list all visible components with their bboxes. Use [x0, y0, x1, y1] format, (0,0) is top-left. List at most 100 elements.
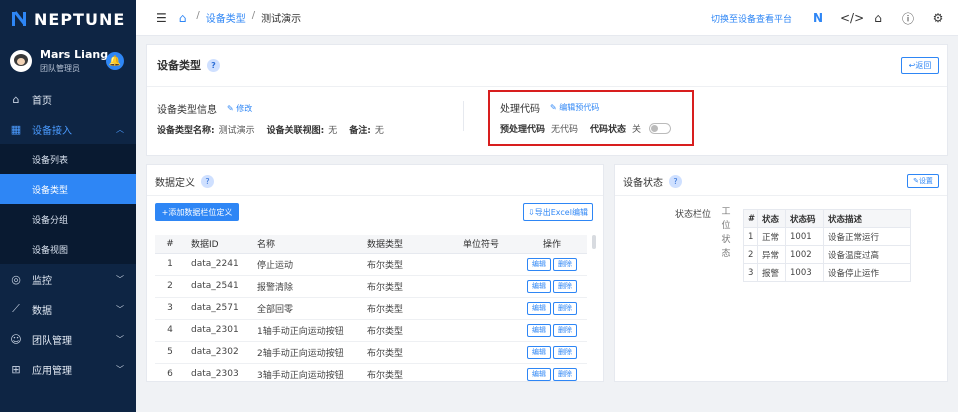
- section-title: 数据定义: [155, 178, 195, 189]
- table-row: 4 data_2301 1轴手动正向运动按钮 布尔类型 编辑 删除: [155, 319, 587, 342]
- team-icon: ☺: [10, 332, 22, 346]
- chevron-up-icon: ︿: [116, 124, 124, 134]
- neptune-logo-icon[interactable]: N: [810, 11, 826, 25]
- delete-button[interactable]: 删除: [553, 367, 577, 381]
- topbar: ☰ ⌂ / 设备类型 / 测试演示 切换至设备查看平台 N </> ⌂ ⓘ ⚙: [136, 0, 958, 36]
- scrollbar[interactable]: [592, 235, 596, 249]
- table-row: 6 data_2303 3轴手动正向运动按钮 布尔类型 编辑 删除: [155, 363, 587, 381]
- home-icon[interactable]: ⌂: [179, 11, 187, 25]
- info-icon[interactable]: ⓘ: [900, 10, 916, 27]
- edit-button[interactable]: 编辑: [527, 257, 551, 271]
- chevron-down-icon: ﹀: [116, 364, 124, 374]
- page-title: 设备类型: [157, 59, 201, 72]
- sidebar-item-home[interactable]: ⌂ 首页: [0, 84, 136, 114]
- edit-button[interactable]: 编辑: [527, 301, 551, 315]
- topbar-actions: 切换至设备查看平台 N </> ⌂ ⓘ ⚙: [711, 0, 946, 36]
- sidebar: NEPTUNE Mars Liang 团队管理员 🔔 ⌂ 首页 ▦ 设备接入 ︿…: [0, 0, 136, 412]
- sidebar-sub-device-view[interactable]: 设备视图: [0, 234, 136, 264]
- code-state-toggle[interactable]: [649, 123, 672, 134]
- user-name: Mars Liang: [40, 48, 109, 61]
- device-type-card: 设备类型 ? ↩ 返回 设备类型信息 ✎ 修改 设备类型名称: 测试演示 设备关联视…: [146, 44, 948, 156]
- sidebar-submenu: 设备列表 设备类型 设备分组 设备视图: [0, 144, 136, 264]
- sidebar-item-label: 应用管理: [32, 365, 72, 377]
- code-state-label: 代码状态: [590, 125, 627, 135]
- sidebar-item-apps[interactable]: ⊞ 应用管理 ﹀: [0, 354, 136, 384]
- sidebar-item-data[interactable]: ⟋ 数据 ﹀: [0, 294, 136, 324]
- delete-button[interactable]: 删除: [553, 323, 577, 337]
- data-icon: ⟋: [12, 302, 20, 315]
- pre-code-label: 预处理代码: [500, 125, 546, 135]
- export-excel-button[interactable]: ⇩ 导出Excel编辑: [523, 203, 593, 221]
- code-icon[interactable]: </>: [840, 11, 864, 25]
- logo[interactable]: NEPTUNE: [0, 0, 136, 38]
- proc-title: 处理代码: [500, 104, 540, 115]
- settings-button[interactable]: ✎ 设置: [907, 174, 939, 188]
- add-field-button[interactable]: +添加数据栏位定义: [155, 203, 239, 221]
- edit-button[interactable]: 编辑: [527, 323, 551, 337]
- help-icon[interactable]: ?: [207, 58, 220, 72]
- delete-button[interactable]: 删除: [553, 345, 577, 359]
- edit-button[interactable]: 编辑: [527, 345, 551, 359]
- status-field-label: 状态栏位: [675, 210, 712, 220]
- grid-icon: ▦: [10, 122, 22, 136]
- table-row: 3 报警 1003 设备停止运作: [743, 263, 911, 282]
- menu-toggle-icon[interactable]: ☰: [156, 11, 167, 25]
- sidebar-item-label: 首页: [32, 95, 52, 107]
- breadcrumb: / 设备类型 / 测试演示: [196, 10, 302, 25]
- bell-icon[interactable]: 🔔: [106, 52, 124, 70]
- table-row: 2 data_2541 报警清除 布尔类型 编辑 删除: [155, 275, 587, 298]
- code-state-value: 关: [632, 125, 642, 135]
- table-row: 3 data_2571 全部回零 布尔类型 编辑 删除: [155, 297, 587, 320]
- lock-icon[interactable]: ⌂: [870, 11, 886, 25]
- edit-code-link[interactable]: ✎ 编辑预代码: [550, 102, 599, 113]
- sidebar-sub-device-group[interactable]: 设备分组: [0, 204, 136, 234]
- sidebar-sub-device-type[interactable]: 设备类型: [0, 174, 136, 204]
- sidebar-sub-device-list[interactable]: 设备列表: [0, 144, 136, 174]
- table-row: 1 data_2241 停止运动 布尔类型 编辑 删除: [155, 253, 587, 276]
- edit-info-link[interactable]: ✎ 修改: [227, 103, 252, 114]
- sidebar-item-label: 设备接入: [32, 125, 72, 137]
- process-code-highlight: 处理代码 ✎ 编辑预代码 预处理代码 无代码 代码状态 关: [488, 90, 694, 146]
- edit-button[interactable]: 编辑: [527, 367, 551, 381]
- neptune-logo-icon: [12, 11, 27, 26]
- delete-button[interactable]: 删除: [553, 257, 577, 271]
- sidebar-item-label: 监控: [32, 275, 52, 287]
- table-row: 5 data_2302 2轴手动正向运动按钮 布尔类型 编辑 删除: [155, 341, 587, 364]
- delete-button[interactable]: 删除: [553, 301, 577, 315]
- delete-button[interactable]: 删除: [553, 279, 577, 293]
- info-fields: 设备类型名称: 测试演示 设备关联视图: 无 备注: 无: [157, 126, 384, 136]
- breadcrumb-item[interactable]: 设备类型: [206, 10, 246, 25]
- device-status-card: 设备状态 ? ✎ 设置 状态栏位 工 位 状 态 # 状态 状态码 状态描述 1正…: [614, 164, 948, 382]
- back-button[interactable]: ↩ 返回: [901, 57, 939, 74]
- monitor-icon: ◎: [11, 272, 21, 286]
- chevron-down-icon: ﹀: [116, 274, 124, 284]
- pre-code-value: 无代码: [551, 125, 579, 135]
- status-field-value: 工 位 状 态: [721, 207, 731, 259]
- apps-icon: ⊞: [11, 362, 21, 376]
- sidebar-item-label: 团队管理: [32, 335, 72, 347]
- help-icon[interactable]: ?: [669, 175, 682, 188]
- sidebar-item-label: 数据: [32, 305, 52, 317]
- sidebar-item-team[interactable]: ☺ 团队管理 ﹀: [0, 324, 136, 354]
- table-row: 2 异常 1002 设备温度过高: [743, 245, 911, 264]
- user-panel: Mars Liang 团队管理员 🔔: [0, 38, 136, 84]
- section-title: 设备状态: [623, 178, 663, 189]
- data-definition-card: 数据定义 ? +添加数据栏位定义 ⇩ 导出Excel编辑 # 数据ID 名称 数据…: [146, 164, 604, 382]
- edit-button[interactable]: 编辑: [527, 279, 551, 293]
- sidebar-item-monitor[interactable]: ◎ 监控 ﹀: [0, 264, 136, 294]
- app-name: NEPTUNE: [34, 9, 126, 29]
- gear-icon[interactable]: ⚙: [930, 11, 946, 25]
- table-row: 1 正常 1001 设备正常运行: [743, 227, 911, 246]
- home-icon: ⌂: [12, 92, 20, 106]
- data-table: # 数据ID 名称 数据类型 单位符号 操作 1 data_2241 停止运动 布尔类…: [155, 235, 587, 381]
- chevron-down-icon: ﹀: [116, 334, 124, 344]
- status-table: # 状态 状态码 状态描述 1 正常 1001 设备正常运行 2 异常 1002 设备温度过高…: [743, 209, 911, 282]
- switch-platform-link[interactable]: 切换至设备查看平台: [711, 12, 792, 25]
- avatar[interactable]: [10, 50, 32, 72]
- breadcrumb-current: 测试演示: [261, 14, 302, 25]
- info-title: 设备类型信息: [157, 105, 217, 116]
- user-role: 团队管理员: [40, 64, 80, 73]
- chevron-down-icon: ﹀: [116, 304, 124, 314]
- help-icon[interactable]: ?: [201, 175, 214, 188]
- sidebar-item-device-access[interactable]: ▦ 设备接入 ︿: [0, 114, 136, 144]
